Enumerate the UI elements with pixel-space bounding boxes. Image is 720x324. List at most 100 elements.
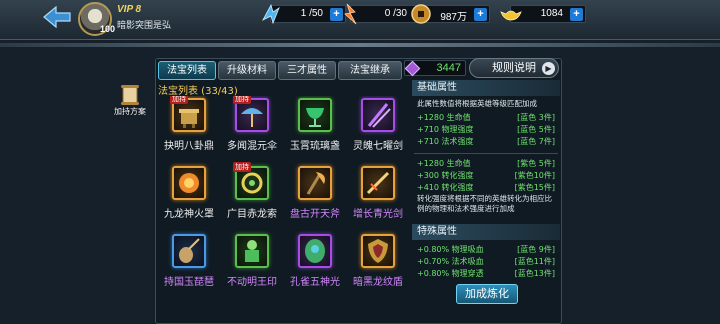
- player-name: 暗影突围是弘: [117, 21, 172, 31]
- tab-treasure-inherit[interactable]: 法宝继承: [338, 61, 402, 80]
- back-arrow-icon[interactable]: [42, 6, 72, 28]
- blessing-badge: 加持: [233, 162, 251, 172]
- fire-cover-icon: [179, 173, 199, 193]
- pipa-icon: [179, 238, 200, 263]
- blessing-plan-label: 加持方案: [114, 107, 146, 116]
- treasure-grid: 加持 抉明八卦鼎 加持 多闻混元伞 玉霄琉璃盏 灵魄七曜剑 九龙神火罩 加持 广目赤龙索 盘古开天…: [158, 96, 410, 324]
- attribute-requirement: [紫色 5件]: [517, 159, 555, 168]
- tab-three-talent-attributes[interactable]: 三才属性: [278, 61, 336, 80]
- attribute-requirement: [蓝色 5件]: [517, 125, 555, 134]
- gold-resource: 1084 +: [500, 5, 586, 23]
- rules-button-label: 规则说明: [492, 61, 536, 74]
- attribute-value: +1280 生命值: [417, 159, 471, 168]
- treasure-item[interactable]: 孔雀五神光: [284, 232, 346, 296]
- blessing-badge: 加持: [233, 96, 251, 104]
- treasure-name: 孔雀五神光: [290, 277, 340, 288]
- treasure-name: 持国玉琵琶: [164, 277, 214, 288]
- play-arrow-icon: ▶: [542, 62, 555, 75]
- axe-icon: [306, 172, 325, 195]
- dragon-rope-icon: [241, 172, 263, 194]
- tab-treasure-list[interactable]: 法宝列表: [158, 61, 216, 80]
- treasure-name: 灵魄七曜剑: [353, 141, 403, 152]
- attribute-row: +1280 生命值 [紫色 5件]: [417, 158, 559, 169]
- treasure-slot: [298, 166, 332, 200]
- attribute-value: +0.80% 物理吸血: [417, 245, 484, 254]
- treasure-name: 盘古开天斧: [290, 209, 340, 220]
- treasure-item[interactable]: 玉霄琉璃盏: [284, 96, 346, 160]
- green-sword-icon: [366, 171, 390, 195]
- treasure-item[interactable]: 加持 抉明八卦鼎: [158, 96, 220, 160]
- attribute-row: +710 物理强度 [蓝色 5件]: [417, 124, 559, 135]
- treasure-slot: [235, 234, 269, 268]
- attribute-divider: [414, 153, 558, 154]
- umbrella-icon: [241, 108, 263, 127]
- treasure-item[interactable]: 不动明王印: [221, 232, 283, 296]
- coins-value: 987万: [440, 12, 467, 23]
- treasure-name: 广目赤龙索: [227, 209, 277, 220]
- header-divider: [0, 43, 720, 47]
- attribute-row: +710 法术强度 [蓝色 7件]: [417, 136, 559, 147]
- peacock-icon: [305, 239, 325, 263]
- basic-attributes-note: 此属性数值将根据英雄等级匹配加成: [417, 99, 537, 108]
- swords-icon: [367, 103, 391, 128]
- treasure-slot: [298, 234, 332, 268]
- attribute-value: +410 转化强度: [417, 183, 474, 192]
- gem-counter: 3447: [404, 60, 466, 77]
- conversion-note: 转化强度将根据不同的英雄转化为相应比例的物理和法术强度进行加成: [417, 194, 552, 213]
- treasure-name: 多闻混元伞: [227, 141, 277, 152]
- treasure-name: 玉霄琉璃盏: [290, 141, 340, 152]
- special-attributes-title: 特殊属性: [412, 224, 560, 240]
- vigor-value: 1 /50: [300, 8, 323, 19]
- treasure-item[interactable]: 加持广目赤龙索: [221, 162, 283, 228]
- coin-icon: [411, 4, 431, 24]
- treasure-item[interactable]: 持国玉琵琶: [158, 232, 220, 296]
- treasure-slot: [361, 234, 395, 268]
- scroll-icon: [121, 85, 139, 105]
- treasure-item[interactable]: 盘古开天斧: [284, 164, 346, 228]
- attribute-requirement: [紫色10件]: [514, 171, 555, 180]
- gold-value: 1084: [540, 8, 563, 19]
- attribute-requirement: [蓝色11件]: [514, 257, 555, 266]
- attribute-requirement: [蓝色 9件]: [517, 245, 555, 254]
- attribute-row: +0.70% 法术吸血 [蓝色11件]: [417, 256, 559, 267]
- treasure-item[interactable]: 增长青光剑: [347, 164, 409, 228]
- treasure-item[interactable]: 灵魄七曜剑: [347, 96, 409, 160]
- attribute-value: +1280 生命值: [417, 113, 471, 122]
- rules-button[interactable]: 规则说明 ▶: [469, 58, 559, 78]
- seal-icon: [245, 240, 259, 262]
- add-coins-button[interactable]: +: [474, 8, 487, 21]
- refine-bonus-button[interactable]: 加成炼化: [456, 284, 518, 304]
- treasure-slot: [172, 166, 206, 200]
- treasure-slot: [361, 166, 395, 200]
- attribute-row: +0.80% 物理穿透 [蓝色13件]: [417, 268, 559, 279]
- add-gold-button[interactable]: +: [570, 8, 583, 21]
- vip-badge: VIP 8: [117, 4, 142, 15]
- chalice-icon: [306, 108, 324, 127]
- treasure-list-header: 法宝列表 (33/43): [158, 86, 238, 97]
- blessing-plan-button[interactable]: 加持方案: [108, 84, 152, 117]
- attribute-row: +0.80% 物理吸血 [蓝色 9件]: [417, 244, 559, 255]
- treasure-item[interactable]: 九龙神火罩: [158, 164, 220, 228]
- treasure-name: 增长青光剑: [353, 209, 403, 220]
- treasure-item[interactable]: 加持多闻混元伞: [221, 96, 283, 160]
- treasure-name: 九龙神火罩: [164, 209, 214, 220]
- attribute-row: +300 转化强度 [紫色10件]: [417, 170, 559, 181]
- energy-icon: [344, 3, 357, 25]
- coins-resource: 987万 +: [411, 4, 490, 24]
- treasure-item[interactable]: 暗黑龙纹盾: [347, 232, 409, 296]
- purple-gem-icon: [404, 60, 421, 77]
- gem-count-value: 3447: [436, 62, 461, 74]
- attribute-value: +0.70% 法术吸血: [417, 257, 484, 266]
- basic-attributes-title: 基础属性: [412, 80, 560, 96]
- vigor-icon: [262, 3, 280, 25]
- attribute-requirement: [蓝色 7件]: [517, 137, 555, 146]
- attribute-requirement: [蓝色13件]: [514, 269, 555, 278]
- vigor-resource: 1 /50 +: [262, 3, 346, 25]
- treasure-slot: [298, 98, 332, 132]
- gold-ingot-icon: [500, 10, 522, 21]
- attribute-value: +300 转化强度: [417, 171, 474, 180]
- attribute-value: +0.80% 物理穿透: [417, 269, 484, 278]
- treasure-slot: [361, 98, 395, 132]
- tab-upgrade-materials[interactable]: 升级材料: [218, 61, 276, 80]
- attribute-requirement: [蓝色 3件]: [517, 113, 555, 122]
